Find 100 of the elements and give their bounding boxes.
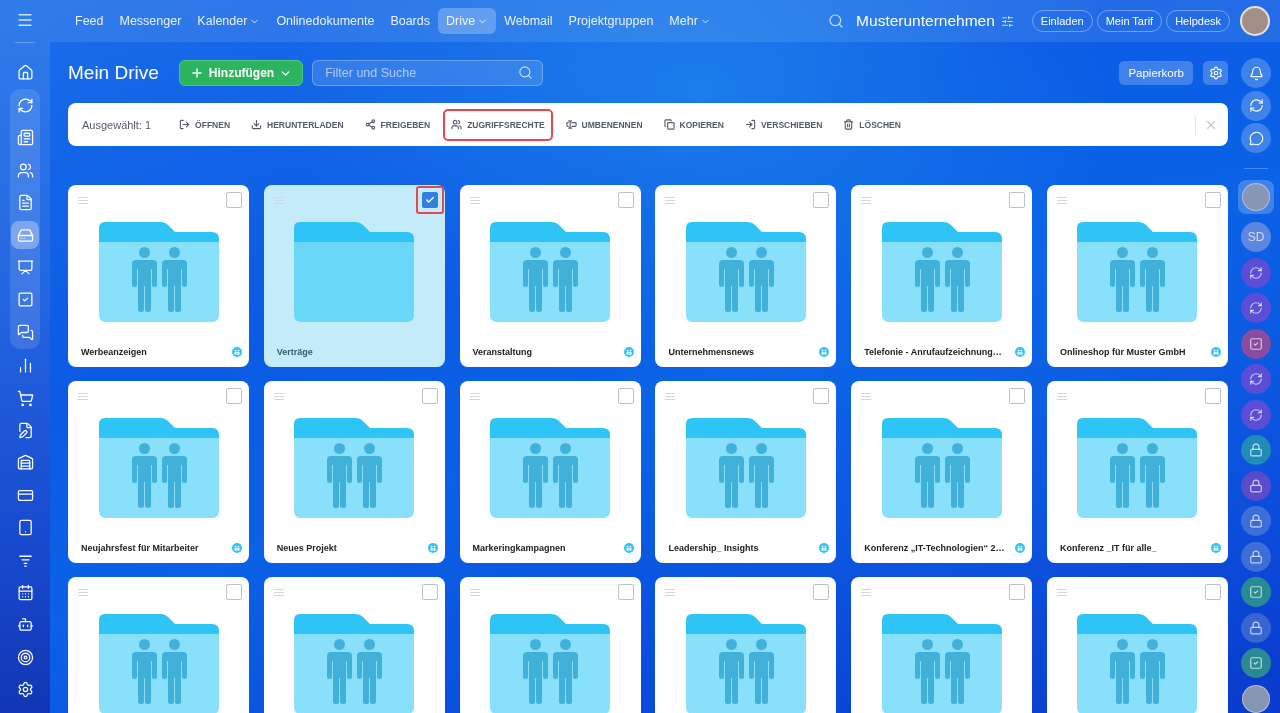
checkbox[interactable] [617,192,634,208]
nav-item[interactable]: Kalender [189,8,269,34]
folder-card[interactable]: Telefonie - Anrufaufzeichnung… [851,185,1033,367]
folder-card[interactable]: Verträge [263,185,445,367]
nav-item[interactable]: Feed [67,8,112,34]
check-square-icon [16,291,34,309]
checkbox[interactable] [1009,388,1026,404]
settings-icon [16,681,34,699]
nav-item[interactable]: Webmail [496,8,561,34]
bell-icon[interactable] [1241,58,1271,88]
chat-item[interactable] [1238,179,1274,214]
checkbox[interactable] [1205,192,1221,208]
warehouse-icon [16,454,34,472]
folder-card[interactable]: Konferenz „IT-Technologien“ 2… [851,381,1033,563]
checkbox[interactable] [421,192,438,208]
folder-card[interactable]: Neujahrsfest für Mitarbeiter [68,381,249,563]
checkbox[interactable] [226,192,242,208]
drag-handle-icon[interactable] [273,588,284,596]
drag-handle-icon[interactable] [78,196,88,204]
drag-handle-icon[interactable] [1057,392,1067,400]
nav-item[interactable]: Projektgruppen [560,8,662,34]
avatar-placeholder [1242,684,1270,713]
folder-card[interactable] [263,577,445,713]
drag-handle-icon[interactable] [665,392,676,400]
nav-item[interactable]: Boards [382,8,438,34]
nav-item[interactable]: Mehr [661,8,719,34]
checkbox[interactable] [226,584,242,600]
drag-handle-icon[interactable] [469,196,480,204]
trash-button[interactable]: Papierkorb [1119,61,1193,85]
chat-icon[interactable] [1241,123,1271,153]
folder-card[interactable] [68,577,249,713]
folder-name: Veranstaltung [472,347,534,357]
enter-arrow-icon [744,119,756,130]
folder-card[interactable] [1047,577,1228,713]
calendar-icon [16,583,34,601]
drag-handle-icon[interactable] [273,392,284,400]
checkbox[interactable] [421,388,438,404]
selection-count: Ausgewählt: 1 [82,118,152,131]
company-settings-button[interactable] [1000,14,1014,28]
drag-handle-icon[interactable] [1057,588,1067,596]
checkbox[interactable] [1009,584,1026,600]
folder-card[interactable] [655,577,837,713]
nav-item[interactable]: Messenger [111,8,190,34]
sidebar-item[interactable] [11,221,39,250]
users-icon [16,161,34,179]
folder-name: Konferenz „IT-Technologien“ 2… [864,543,1006,553]
drag-handle-icon[interactable] [1057,196,1067,204]
checkbox[interactable] [813,192,830,208]
folder-card[interactable]: Veranstaltung [459,185,641,367]
settings-button[interactable] [1203,61,1228,85]
folder-name: Telefonie - Anrufaufzeichnung… [864,347,1003,357]
page-title: Mein Drive [68,62,159,84]
folder-name: Leadership_ Insights [668,543,760,553]
folder-name: Werbeanzeigen [81,347,148,357]
file-pen-icon [16,422,34,439]
folder-name: Unternehmensnews [668,347,755,357]
checkbox[interactable] [1009,192,1026,208]
checkbox[interactable] [1205,584,1221,600]
search-icon [518,65,534,80]
search-button[interactable] [828,13,845,29]
toolbar-action[interactable]: ZUGRIFFSRECHTE [443,108,553,141]
drag-handle-icon[interactable] [273,196,284,204]
checkbox[interactable] [617,388,634,404]
folder-card[interactable]: Neues Projekt [263,381,445,563]
drag-handle-icon[interactable] [861,196,872,204]
house-icon [16,63,34,81]
drag-handle-icon[interactable] [78,588,88,596]
checkbox[interactable] [813,388,830,404]
folder-card[interactable] [851,577,1033,713]
folder-name: Verträge [276,347,314,357]
avatar-placeholder [1242,182,1270,211]
checkbox[interactable] [1205,388,1221,404]
folder-card[interactable]: Unternehmensnews [655,185,837,367]
drag-handle-icon[interactable] [861,588,872,596]
drag-handle-icon[interactable] [469,392,480,400]
settings-icon [1208,66,1223,80]
copy-icon [663,119,675,130]
checkbox[interactable] [617,584,634,600]
checkbox[interactable] [813,584,830,600]
newspaper-icon [16,129,34,147]
folder-card[interactable]: Markeringkampagnen [459,381,641,563]
folder-name: Neujahrsfest für Mitarbeiter [81,543,200,553]
nav-item[interactable]: Onlinedokumente [268,8,383,34]
folder-card[interactable] [459,577,641,713]
checkbox[interactable] [421,584,438,600]
folder-name: Neues Projekt [276,543,338,553]
drag-handle-icon[interactable] [469,588,480,596]
drag-handle-icon[interactable] [861,392,872,400]
folder-card[interactable]: Werbeanzeigen [68,185,249,367]
drag-handle-icon[interactable] [665,588,676,596]
folder-card[interactable]: Konferenz _IT für alle_ [1047,381,1228,563]
checkbox[interactable] [226,388,242,404]
drag-handle-icon[interactable] [665,196,676,204]
refresh-icon[interactable] [1241,90,1271,121]
drag-handle-icon[interactable] [78,392,88,400]
company-name[interactable]: Musterunternehmen [856,12,995,30]
folder-card[interactable]: Leadership_ Insights [655,381,837,563]
folder-card[interactable]: Onlineshop für Muster GmbH [1047,185,1228,367]
avatar-placeholder[interactable] [1240,6,1270,36]
sliders-icon [1000,14,1014,28]
